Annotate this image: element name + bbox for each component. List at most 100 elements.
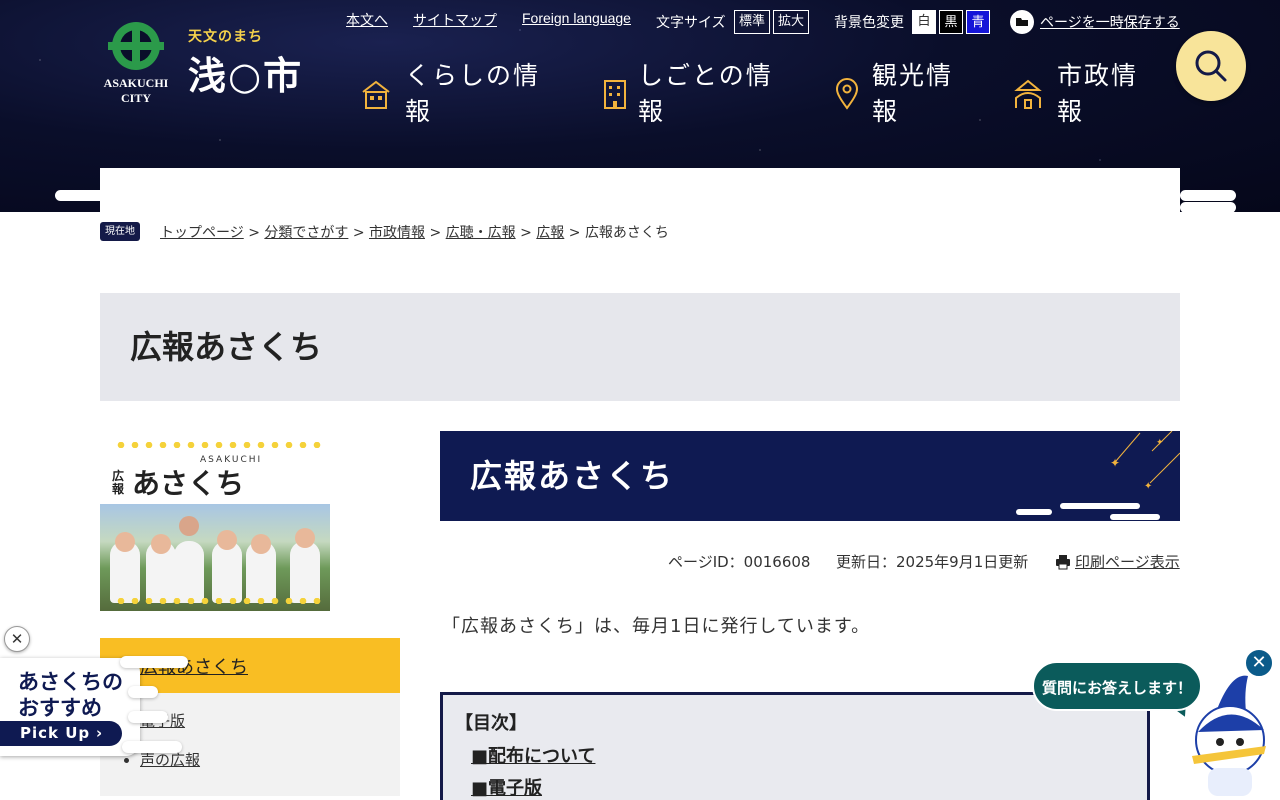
breadcrumb: トップページ > 分類でさがす > 市政情報 > 広聴・広報 > 広報 > 広報…: [160, 223, 669, 243]
pickup-button-label: Pick Up: [20, 724, 91, 742]
breadcrumb-separator: >: [352, 225, 365, 241]
breadcrumb-link-public-relations[interactable]: 広聴・広報: [446, 225, 516, 241]
breadcrumb-current: 広報あさくち: [584, 225, 669, 241]
save-page-link[interactable]: ページを一時保存する: [1040, 12, 1180, 32]
photo-figure: [174, 541, 204, 603]
content-hero: 広報あさくち ✦ ✦ ✦: [440, 431, 1180, 521]
breadcrumb-separator: >: [520, 225, 532, 241]
pickup-decoration: [128, 686, 158, 698]
photo-figure: [251, 534, 271, 554]
pickup-button[interactable]: Pick Up ›: [0, 721, 122, 746]
city-hall-icon: [1014, 79, 1042, 109]
logo-english-line1: ASAKUCHI: [103, 76, 169, 90]
page-title: 広報あさくち: [130, 328, 323, 366]
nav-work-line2: 報: [638, 97, 666, 126]
toc-link-digital[interactable]: ■電子版: [471, 774, 542, 800]
site-logo[interactable]: ASAKUCHI CITY 天文のまち 浅○市: [100, 18, 330, 108]
nav-city-admin-line2: 報: [1057, 97, 1085, 126]
nav-city-admin[interactable]: 市政情 報: [1057, 58, 1138, 130]
cloud-decoration: [1180, 202, 1236, 212]
current-location-badge: 現在地: [100, 222, 140, 241]
dots-decoration: [114, 442, 324, 448]
breadcrumb-separator: >: [429, 225, 442, 241]
header-bottom-panel: [100, 168, 1180, 212]
nav-tourism-line1: 観光情: [872, 61, 954, 90]
cloud-decoration: [1083, 180, 1163, 191]
pickup-close-button[interactable]: ✕: [4, 626, 30, 652]
breadcrumb-separator: >: [568, 225, 581, 241]
cloud-decoration: [1180, 190, 1236, 201]
building-icon: [604, 80, 626, 109]
koho-banner-image[interactable]: ASAKUCHI 広報 あさくち: [100, 432, 330, 611]
svg-text:✦: ✦: [1156, 438, 1164, 448]
nav-tourism[interactable]: 観光情 報: [872, 58, 953, 130]
banner-photo: [100, 504, 330, 611]
pickup-decoration: [122, 741, 182, 753]
cloud-decoration: [100, 179, 160, 190]
photo-figure: [151, 534, 171, 554]
bg-blue-button[interactable]: 青: [966, 10, 990, 34]
folder-icon[interactable]: [1010, 10, 1034, 34]
dots-decoration: [114, 598, 324, 604]
mascot-character-icon[interactable]: [1186, 672, 1276, 800]
intro-text: 「広報あさくち」は、毎月1日に発行しています。: [442, 616, 871, 637]
breadcrumb-link-top[interactable]: トップページ: [160, 225, 244, 241]
svg-text:✦: ✦: [1144, 481, 1152, 492]
font-size-label: 文字サイズ: [656, 15, 726, 31]
bg-color-label: 背景色変更: [834, 15, 904, 31]
font-size-standard-button[interactable]: 標準: [734, 10, 770, 34]
photo-figure: [179, 516, 199, 536]
banner-title: あさくち: [132, 467, 245, 500]
bg-black-button[interactable]: 黒: [939, 10, 963, 34]
logo-tagline: 天文のまち: [188, 29, 263, 45]
nav-work-line1: しごとの情: [638, 61, 773, 90]
toc-link-distribution[interactable]: ■配布について: [471, 742, 595, 768]
breadcrumb-link-koho[interactable]: 広報: [536, 225, 564, 241]
page-id: ページID：0016608: [668, 553, 811, 571]
table-of-contents: 【目次】 ■配布について ■電子版: [440, 692, 1150, 800]
search-icon: [1195, 50, 1227, 82]
nav-living[interactable]: くらしの情 報: [405, 58, 540, 130]
chevron-right-icon: ›: [96, 724, 104, 742]
printer-icon[interactable]: [1055, 554, 1071, 570]
breadcrumb-link-city-info[interactable]: 市政情報: [369, 225, 425, 241]
photo-figure: [217, 530, 237, 550]
page-title-band: 広報あさくち: [100, 293, 1180, 401]
logo-english: ASAKUCHI CITY: [100, 76, 172, 106]
logo-city-name: 浅○市: [188, 53, 304, 98]
font-size-large-button[interactable]: 拡大: [773, 10, 809, 34]
banner-prefix: 広報: [112, 469, 125, 496]
sitemap-link[interactable]: サイトマップ: [413, 10, 497, 30]
updated-date: 更新日：2025年9月1日更新: [836, 553, 1029, 571]
bg-white-button[interactable]: 白: [912, 10, 936, 34]
print-link[interactable]: 印刷ページ表示: [1075, 553, 1180, 571]
cloud-decoration: [100, 168, 160, 179]
cloud-decoration: [55, 190, 109, 201]
search-button[interactable]: [1176, 31, 1246, 101]
breadcrumb-separator: >: [248, 225, 260, 241]
nav-tourism-line2: 報: [872, 97, 900, 126]
photo-figure: [212, 541, 242, 603]
skip-to-content-link[interactable]: 本文へ: [346, 10, 388, 30]
pickup-line2: おすすめ: [18, 696, 102, 720]
shooting-stars-decoration: ✦ ✦ ✦: [1016, 431, 1180, 520]
svg-text:✦: ✦: [1110, 456, 1120, 470]
photo-figure: [295, 528, 315, 548]
nav-living-line2: 報: [405, 97, 433, 126]
photo-figure: [115, 532, 135, 552]
site-header: ASAKUCHI CITY 天文のまち 浅○市 本文へ サイトマップ Forei…: [0, 0, 1280, 212]
map-pin-icon: [835, 78, 859, 110]
nav-work[interactable]: しごとの情 報: [638, 58, 773, 130]
nav-city-admin-line1: 市政情: [1057, 61, 1139, 90]
pickup-decoration: [128, 711, 168, 723]
pickup-decoration: [120, 656, 188, 668]
house-icon: [362, 80, 390, 109]
chatbot-bubble[interactable]: 質問にお答えします！: [1032, 661, 1202, 711]
logo-english-line2: CITY: [120, 91, 151, 105]
toc-title: 【目次】: [455, 713, 527, 734]
nav-living-line1: くらしの情: [405, 61, 541, 90]
breadcrumb-link-category[interactable]: 分類でさがす: [264, 225, 348, 241]
photo-figure: [290, 541, 320, 603]
foreign-language-link[interactable]: Foreign language: [522, 10, 631, 26]
city-emblem-icon: [108, 22, 164, 70]
